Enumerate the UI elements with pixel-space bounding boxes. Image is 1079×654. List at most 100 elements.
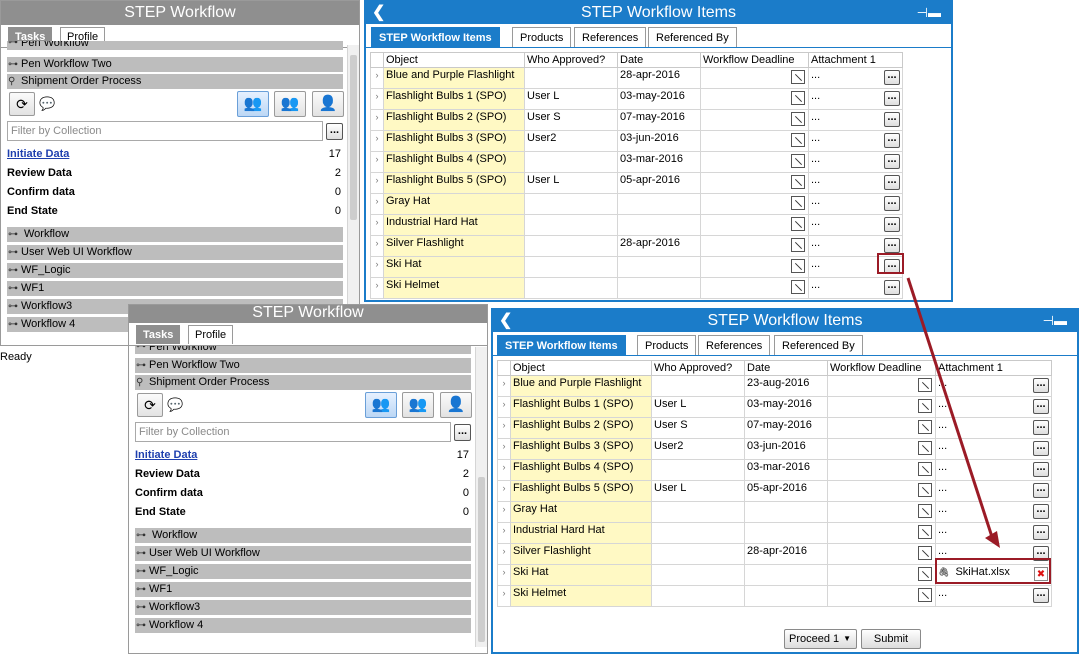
date-cell[interactable] <box>617 256 701 278</box>
who-approved-cell[interactable] <box>524 193 618 215</box>
row-selector-icon[interactable]: › <box>497 522 511 544</box>
filter-browse-button[interactable]: ... <box>454 424 471 441</box>
comment-icon[interactable]: 💬 <box>167 397 183 413</box>
column-header[interactable]: Object <box>383 52 525 68</box>
row-selector-icon[interactable]: › <box>370 193 384 215</box>
attachment-browse-button[interactable]: ... <box>1033 378 1049 393</box>
date-cell[interactable] <box>617 277 701 299</box>
state-name[interactable]: Initiate Data <box>7 148 69 160</box>
workflow-deadline-cell[interactable] <box>700 109 809 131</box>
workflow-deadline-cell[interactable] <box>700 214 809 236</box>
attachment-browse-button[interactable]: ... <box>884 175 900 190</box>
calendar-icon[interactable] <box>791 91 805 105</box>
attachment-cell[interactable]: ...... <box>808 130 903 152</box>
calendar-icon[interactable] <box>791 280 805 294</box>
object-cell[interactable]: Ski Hat <box>383 256 525 278</box>
workflow-item[interactable]: ⊶ Workflow <box>7 227 343 242</box>
tab-step-workflow-items[interactable]: STEP Workflow Items <box>497 335 626 355</box>
table-row[interactable]: › Blue and Purple Flashlight 28-apr-2016..… <box>370 67 903 89</box>
who-approved-cell[interactable] <box>651 375 745 397</box>
workflow-deadline-cell[interactable] <box>700 172 809 194</box>
calendar-icon[interactable] <box>791 175 805 189</box>
row-selector-icon[interactable]: › <box>497 501 511 523</box>
state-row[interactable]: Confirm data 0 <box>135 484 469 502</box>
my-tasks-button[interactable]: 👤 <box>440 392 472 418</box>
calendar-icon[interactable] <box>791 238 805 252</box>
attachment-browse-button[interactable]: ... <box>1033 588 1049 603</box>
date-cell[interactable]: 03-may-2016 <box>617 88 701 110</box>
attachment-browse-button[interactable]: ... <box>884 154 900 169</box>
row-selector-icon[interactable]: › <box>370 151 384 173</box>
workflow-deadline-cell[interactable] <box>700 67 809 89</box>
all-users-button[interactable]: 👥 <box>274 91 306 117</box>
object-cell[interactable]: Flashlight Bulbs 2 (SPO) <box>383 109 525 131</box>
calendar-icon[interactable] <box>791 196 805 210</box>
tab-step-workflow-items[interactable]: STEP Workflow Items <box>371 27 500 47</box>
table-row[interactable]: › Flashlight Bulbs 3 (SPO) User2 03-jun-201… <box>370 130 903 152</box>
workflow-item[interactable]: ⊶ WF_Logic <box>135 564 471 579</box>
calendar-icon[interactable] <box>791 133 805 147</box>
object-cell[interactable]: Flashlight Bulbs 5 (SPO) <box>510 480 652 502</box>
who-approved-cell[interactable]: User2 <box>651 438 745 460</box>
attachment-browse-button[interactable]: ... <box>884 133 900 148</box>
who-approved-cell[interactable]: User L <box>524 172 618 194</box>
workflow-item-expanded[interactable]: ⚲ Shipment Order Process <box>135 375 471 390</box>
state-row[interactable]: Initiate Data 17 <box>135 446 469 464</box>
who-approved-cell[interactable] <box>524 235 618 257</box>
attachment-browse-button[interactable]: ... <box>1033 483 1049 498</box>
table-row[interactable]: › Ski Hat...... <box>370 256 903 278</box>
date-cell[interactable] <box>744 501 828 523</box>
attachment-cell[interactable]: ...... <box>935 585 1052 607</box>
workflow-item[interactable]: ⊶ WF_Logic <box>7 263 343 278</box>
date-cell[interactable]: 05-apr-2016 <box>617 172 701 194</box>
attachment-browse-button[interactable]: ... <box>884 217 900 232</box>
column-header[interactable]: Workflow Deadline <box>700 52 809 68</box>
row-selector-icon[interactable]: › <box>497 396 511 418</box>
my-tasks-button[interactable]: 👤 <box>312 91 344 117</box>
object-cell[interactable]: Gray Hat <box>383 193 525 215</box>
object-cell[interactable]: Flashlight Bulbs 5 (SPO) <box>383 172 525 194</box>
calendar-icon[interactable] <box>791 70 805 84</box>
tab-referenced-by[interactable]: Referenced By <box>774 335 863 355</box>
column-header[interactable]: Who Approved? <box>651 360 745 376</box>
attachment-cell[interactable]: ...... <box>808 67 903 89</box>
all-users-button[interactable]: 👥 <box>402 392 434 418</box>
workflow-deadline-cell[interactable] <box>700 235 809 257</box>
table-row[interactable]: › Industrial Hard Hat...... <box>370 214 903 236</box>
calendar-icon[interactable] <box>791 259 805 273</box>
comment-icon[interactable]: 💬 <box>39 96 55 112</box>
workflow-deadline-cell[interactable] <box>700 151 809 173</box>
date-cell[interactable] <box>617 193 701 215</box>
object-cell[interactable]: Industrial Hard Hat <box>383 214 525 236</box>
attachment-cell[interactable]: ...... <box>808 277 903 299</box>
workflow-item[interactable]: ⊶ Pen Workflow Two <box>7 57 343 72</box>
who-approved-cell[interactable] <box>524 256 618 278</box>
row-selector-icon[interactable]: › <box>497 585 511 607</box>
object-cell[interactable]: Flashlight Bulbs 1 (SPO) <box>510 396 652 418</box>
back-icon[interactable]: ❮ <box>372 2 385 24</box>
object-cell[interactable]: Flashlight Bulbs 3 (SPO) <box>510 438 652 460</box>
pin-icon[interactable]: ⊣▬ <box>917 2 941 24</box>
attachment-cell[interactable]: ...... <box>808 88 903 110</box>
pin-icon[interactable]: ⊣▬ <box>1043 310 1067 332</box>
who-approved-cell[interactable]: User L <box>651 396 745 418</box>
tab-referenced-by[interactable]: Referenced By <box>648 27 737 47</box>
scrollbar-thumb[interactable] <box>350 55 357 220</box>
attachment-browse-button[interactable]: ... <box>884 91 900 106</box>
proceed-dropdown[interactable]: Proceed 1 ▼ <box>784 629 857 649</box>
date-cell[interactable]: 28-apr-2016 <box>617 67 701 89</box>
filter-by-collection-input[interactable]: Filter by Collection <box>135 422 451 442</box>
row-selector-icon[interactable]: › <box>370 277 384 299</box>
date-cell[interactable]: 03-may-2016 <box>744 396 828 418</box>
attachment-browse-button[interactable]: ... <box>884 196 900 211</box>
object-cell[interactable]: Blue and Purple Flashlight <box>383 67 525 89</box>
row-selector-icon[interactable]: › <box>497 459 511 481</box>
tab-references[interactable]: References <box>574 27 647 47</box>
object-cell[interactable]: Flashlight Bulbs 2 (SPO) <box>510 417 652 439</box>
date-cell[interactable]: 05-apr-2016 <box>744 480 828 502</box>
who-approved-cell[interactable]: User L <box>651 480 745 502</box>
who-approved-cell[interactable] <box>524 151 618 173</box>
state-row[interactable]: End State 0 <box>135 503 469 521</box>
tab-products[interactable]: Products <box>512 27 572 47</box>
filter-by-collection-input[interactable]: Filter by Collection <box>7 121 323 141</box>
